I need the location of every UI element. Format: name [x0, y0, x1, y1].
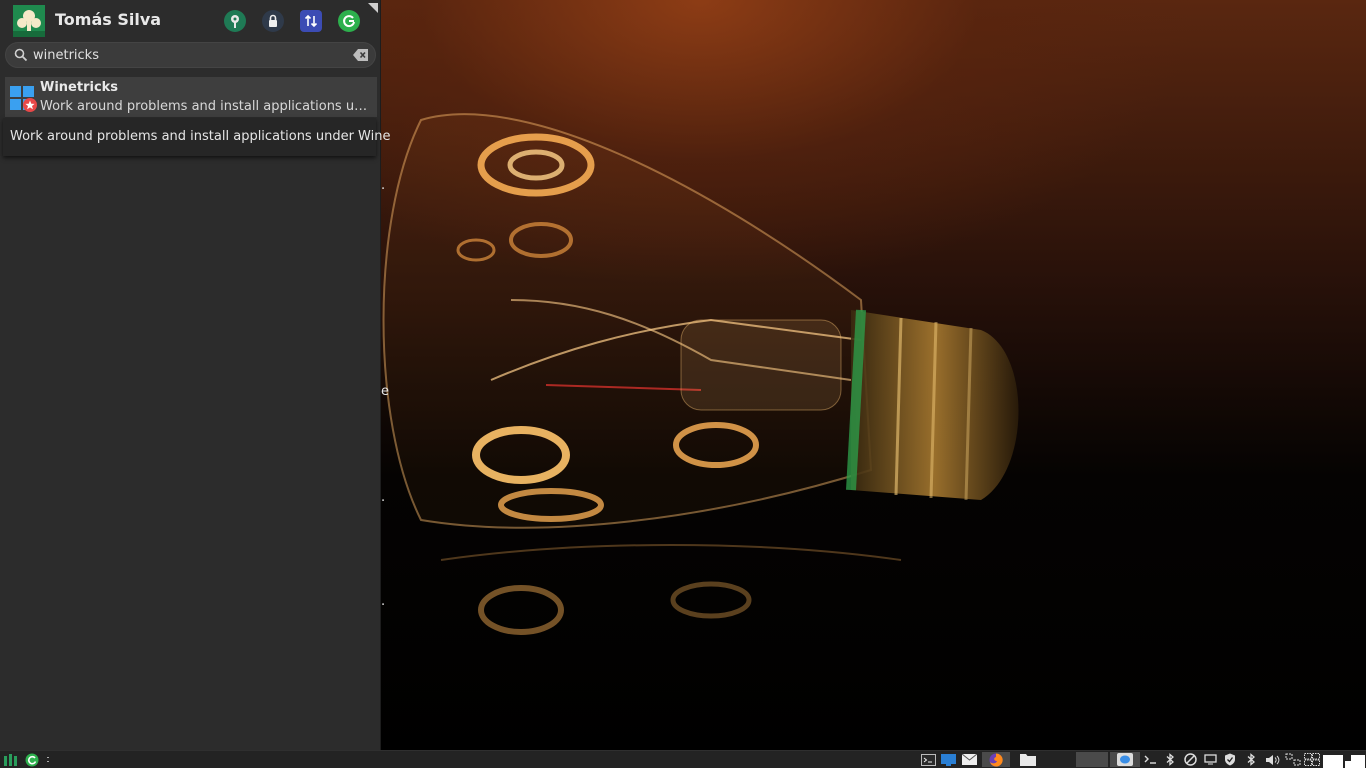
menu-header: Tomás Silva: [0, 0, 381, 42]
whisker-menu-button[interactable]: [3, 752, 19, 767]
file-manager-launcher[interactable]: [1014, 752, 1042, 767]
winetricks-icon: [10, 86, 37, 112]
volume-icon: [1265, 754, 1279, 765]
desktop-icon-fragment[interactable]: .: [381, 178, 385, 193]
search-icon: [14, 48, 28, 62]
switch-user-button[interactable]: [300, 10, 322, 32]
shield-tray[interactable]: [1222, 752, 1238, 767]
taskbar: [0, 750, 1366, 768]
no-entry-tray[interactable]: [1182, 752, 1198, 767]
firefox-icon: [989, 752, 1003, 766]
desktop-icon-fragment[interactable]: .: [381, 594, 385, 609]
lock-screen-icon: [269, 14, 277, 27]
workspace-tray[interactable]: [1303, 752, 1321, 767]
resize-corner-icon[interactable]: [368, 3, 378, 13]
lightbulb-image: [382, 113, 1019, 635]
tooltip-text: Work around problems and install applica…: [10, 129, 391, 144]
desktop-icon-fragment[interactable]: e: [381, 384, 389, 399]
settings-manager-icon: [231, 15, 239, 28]
shield-icon: [1225, 753, 1235, 766]
file-manager-icon: [1020, 754, 1036, 766]
tooltip: Work around problems and install applica…: [3, 118, 390, 156]
workspace-icon: [1304, 753, 1320, 766]
result-title: Winetricks: [40, 80, 119, 95]
no-entry-icon: [1183, 753, 1197, 766]
bluetooth-icon: [1166, 753, 1174, 766]
workspace-pager-icon: [1323, 755, 1365, 768]
clear-search-icon[interactable]: [353, 48, 369, 62]
terminal-small-icon: [1144, 755, 1156, 764]
panel-separator: [44, 752, 52, 767]
terminal-launcher[interactable]: [919, 752, 937, 767]
show-desktop-icon: [940, 753, 956, 766]
log-out-button[interactable]: [338, 10, 360, 32]
volume-tray[interactable]: [1263, 752, 1281, 767]
firefox-launcher[interactable]: [982, 752, 1010, 767]
settings-manager-button[interactable]: [224, 10, 246, 32]
search-box[interactable]: [5, 42, 376, 68]
application-menu: Tomás Silva winetricks Winetricks Work a…: [0, 0, 390, 750]
user-avatar-icon: [13, 5, 45, 37]
user-name: Tomás Silva: [55, 10, 162, 29]
result-description: Work around problems and install applica…: [40, 99, 373, 114]
bluetooth-2-tray[interactable]: [1243, 752, 1259, 767]
network-tray[interactable]: [1284, 752, 1302, 767]
search-result-item[interactable]: Winetricks Work around problems and inst…: [5, 77, 377, 117]
terminal-icon: [920, 753, 936, 766]
lock-screen-button[interactable]: [262, 10, 284, 32]
whisker-menu-icon: [4, 754, 17, 766]
show-desktop-launcher[interactable]: [939, 752, 957, 767]
search-input[interactable]: [33, 46, 343, 64]
network-icon: [1285, 753, 1301, 766]
desktop-icon-fragment[interactable]: .: [381, 490, 385, 505]
mail-launcher[interactable]: [960, 752, 978, 767]
mail-icon: [961, 754, 977, 765]
task-button[interactable]: [1076, 752, 1108, 767]
terminal-tray[interactable]: [1142, 752, 1158, 767]
bluetooth-tray[interactable]: [1162, 752, 1178, 767]
avatar[interactable]: [13, 5, 45, 37]
separator-icon: [47, 756, 49, 762]
bluetooth-2-icon: [1247, 753, 1255, 766]
switch-user-icon: [304, 14, 318, 28]
messenger-tray[interactable]: [1110, 752, 1140, 767]
display-tray[interactable]: [1202, 752, 1218, 767]
workspace-switcher[interactable]: [1323, 753, 1365, 768]
display-icon: [1203, 754, 1217, 765]
update-notifier-icon: [25, 753, 39, 766]
messenger-icon: [1117, 753, 1133, 766]
update-notifier-button[interactable]: [24, 752, 40, 767]
log-out-icon: [343, 15, 355, 28]
